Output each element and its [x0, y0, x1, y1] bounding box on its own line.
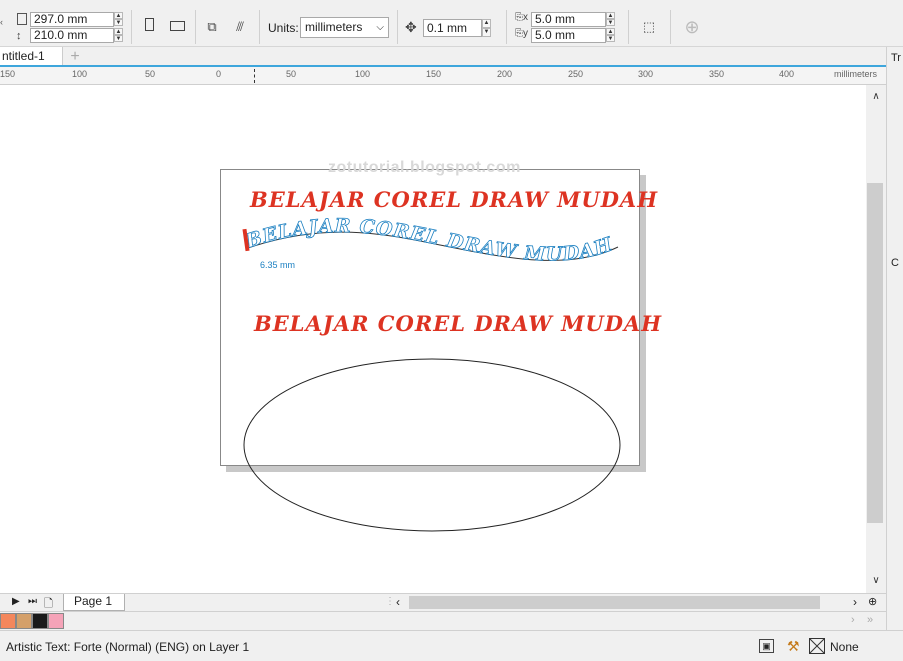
- chevron-down-icon: ⌵: [376, 22, 384, 33]
- horizontal-scroll-thumb[interactable]: [409, 596, 820, 609]
- units-label: Units:: [268, 21, 299, 35]
- separator: [397, 10, 398, 44]
- ruler-tick-label: 250: [568, 69, 584, 79]
- offset-label: 6.35 mm: [260, 260, 296, 270]
- duplicate-x-icon: ⎘x: [515, 12, 528, 23]
- separator: [506, 10, 507, 44]
- ruler-tick-label: 100: [355, 69, 371, 79]
- splitter-handle[interactable]: ⋮: [385, 596, 395, 607]
- separator: [670, 10, 671, 44]
- docker-tab-label[interactable]: C: [891, 257, 899, 269]
- palette-scroll-icon[interactable]: ›: [851, 614, 855, 626]
- last-page-icon[interactable]: ⏭: [28, 596, 37, 607]
- units-select[interactable]: millimeters ⌵: [300, 17, 389, 38]
- landscape-icon[interactable]: [167, 17, 187, 37]
- artistic-text-top[interactable]: BELAJAR COREL DRAW MUDAH: [250, 187, 658, 212]
- scroll-up-icon[interactable]: ∧: [866, 91, 886, 102]
- palette-more-icon[interactable]: »: [867, 614, 873, 626]
- add-tab-icon[interactable]: +: [66, 48, 84, 66]
- outline-label: None: [830, 640, 859, 654]
- path-text[interactable]: BELAJAR COREL DRAW MUDAH: [242, 215, 616, 266]
- separator: [195, 10, 196, 44]
- ruler-tick-label: 350: [709, 69, 725, 79]
- ruler-tick-label: 50: [145, 69, 156, 79]
- color-proof-icon[interactable]: ▣: [759, 639, 774, 653]
- ruler-tick-label: 400: [779, 69, 795, 79]
- ruler-unit-label: millimeters: [834, 69, 878, 79]
- scroll-right-icon[interactable]: ›: [853, 595, 857, 609]
- nudge-field[interactable]: 0.1 mm: [423, 19, 482, 37]
- nudge-icon: ✥: [405, 19, 417, 35]
- nudge-stepper[interactable]: ▲ ▼: [482, 19, 491, 37]
- docker-tab-label[interactable]: Tr: [891, 52, 901, 64]
- color-swatch[interactable]: [16, 613, 32, 629]
- scroll-left-icon[interactable]: ‹: [396, 595, 400, 609]
- add-preset-icon[interactable]: ⊕: [682, 17, 702, 37]
- horizontal-ruler[interactable]: 150 100 50 0 50 100 150 200 250 300 350 …: [0, 67, 886, 85]
- units-value: millimeters: [305, 20, 363, 34]
- ruler-tick-label: 300: [638, 69, 654, 79]
- status-object-info: Artistic Text: Forte (Normal) (ENG) on L…: [6, 640, 250, 654]
- current-page-icon[interactable]: ⫻: [230, 17, 250, 37]
- duplicate-y-field[interactable]: 5.0 mm: [531, 28, 606, 43]
- color-swatch[interactable]: [48, 613, 64, 629]
- document-tab-strip: ntitled-1 +: [0, 47, 886, 67]
- page-navigator: ▶ ⏭ 🗋 Page 1 ⋮ ‹ › ⊕: [0, 593, 886, 611]
- ruler-cursor-marker: [254, 69, 255, 83]
- page-width-stepper[interactable]: ▲ ▼: [114, 12, 123, 27]
- all-pages-icon[interactable]: ⧉: [202, 17, 222, 37]
- status-bar: Artistic Text: Forte (Normal) (ENG) on L…: [0, 630, 903, 661]
- ruler-tick-label: 50: [286, 69, 297, 79]
- chevron-left-icon[interactable]: ‹: [0, 17, 3, 27]
- page-height-icon: ↕: [16, 30, 22, 42]
- page-width-icon: [17, 13, 27, 25]
- color-swatch[interactable]: [0, 613, 16, 629]
- path-text-content: BELAJAR COREL DRAW MUDAH: [242, 215, 616, 266]
- outline-none-icon[interactable]: [809, 638, 825, 654]
- duplicate-x-stepper[interactable]: ▲ ▼: [606, 12, 615, 27]
- color-swatch[interactable]: [32, 613, 48, 629]
- separator: [259, 10, 260, 44]
- page-height-stepper[interactable]: ▲ ▼: [114, 28, 123, 43]
- page-width-field[interactable]: 297.0 mm: [30, 12, 114, 27]
- page-height-field[interactable]: 210.0 mm: [30, 28, 114, 43]
- drawing-canvas[interactable]: zotutorial.blogspot.com BELAJAR COREL DR…: [0, 85, 866, 593]
- scroll-down-icon[interactable]: ∨: [866, 575, 886, 586]
- artistic-text-bottom[interactable]: BELAJAR COREL DRAW MUDAH: [254, 311, 662, 336]
- ruler-tick-label: 150: [0, 69, 16, 79]
- color-palette: › »: [0, 611, 886, 630]
- watermark: zotutorial.blogspot.com: [328, 159, 521, 176]
- ellipse-shape[interactable]: [240, 357, 626, 537]
- portrait-icon[interactable]: [139, 17, 159, 37]
- duplicate-x-field[interactable]: 5.0 mm: [531, 12, 606, 27]
- vertical-scroll-thumb[interactable]: [867, 183, 883, 523]
- next-page-icon[interactable]: ▶: [12, 596, 20, 607]
- zoom-icon[interactable]: ⊕: [868, 595, 877, 608]
- vertical-scrollbar[interactable]: ∧ ∨: [866, 85, 886, 593]
- duplicate-y-icon: ⎘y: [515, 28, 528, 39]
- ruler-tick-label: 200: [497, 69, 513, 79]
- treat-as-filled-icon[interactable]: ⬚: [639, 17, 659, 37]
- property-bar: ‹ 297.0 mm ▲ ▼ ↕ 210.0 mm ▲ ▼ ⧉ ⫻ Units: m…: [0, 0, 903, 47]
- separator: [628, 10, 629, 44]
- duplicate-y-stepper[interactable]: ▲ ▼: [606, 28, 615, 43]
- ruler-tick-label: 100: [72, 69, 88, 79]
- tab-document[interactable]: ntitled-1: [0, 47, 63, 67]
- page-tab[interactable]: Page 1: [63, 594, 125, 611]
- ruler-tick-label: 150: [426, 69, 442, 79]
- ruler-tick-label: 0: [216, 69, 222, 79]
- fill-bucket-icon[interactable]: ⚒: [787, 638, 800, 655]
- right-docker[interactable]: Tr C: [886, 47, 903, 630]
- separator: [131, 10, 132, 44]
